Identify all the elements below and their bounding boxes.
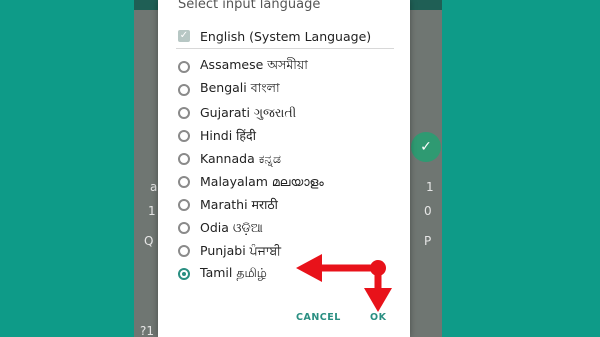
arrow-to-tamil-head: [296, 254, 322, 282]
arrow-to-ok-head: [364, 288, 392, 312]
annotation-arrows: [296, 254, 392, 312]
